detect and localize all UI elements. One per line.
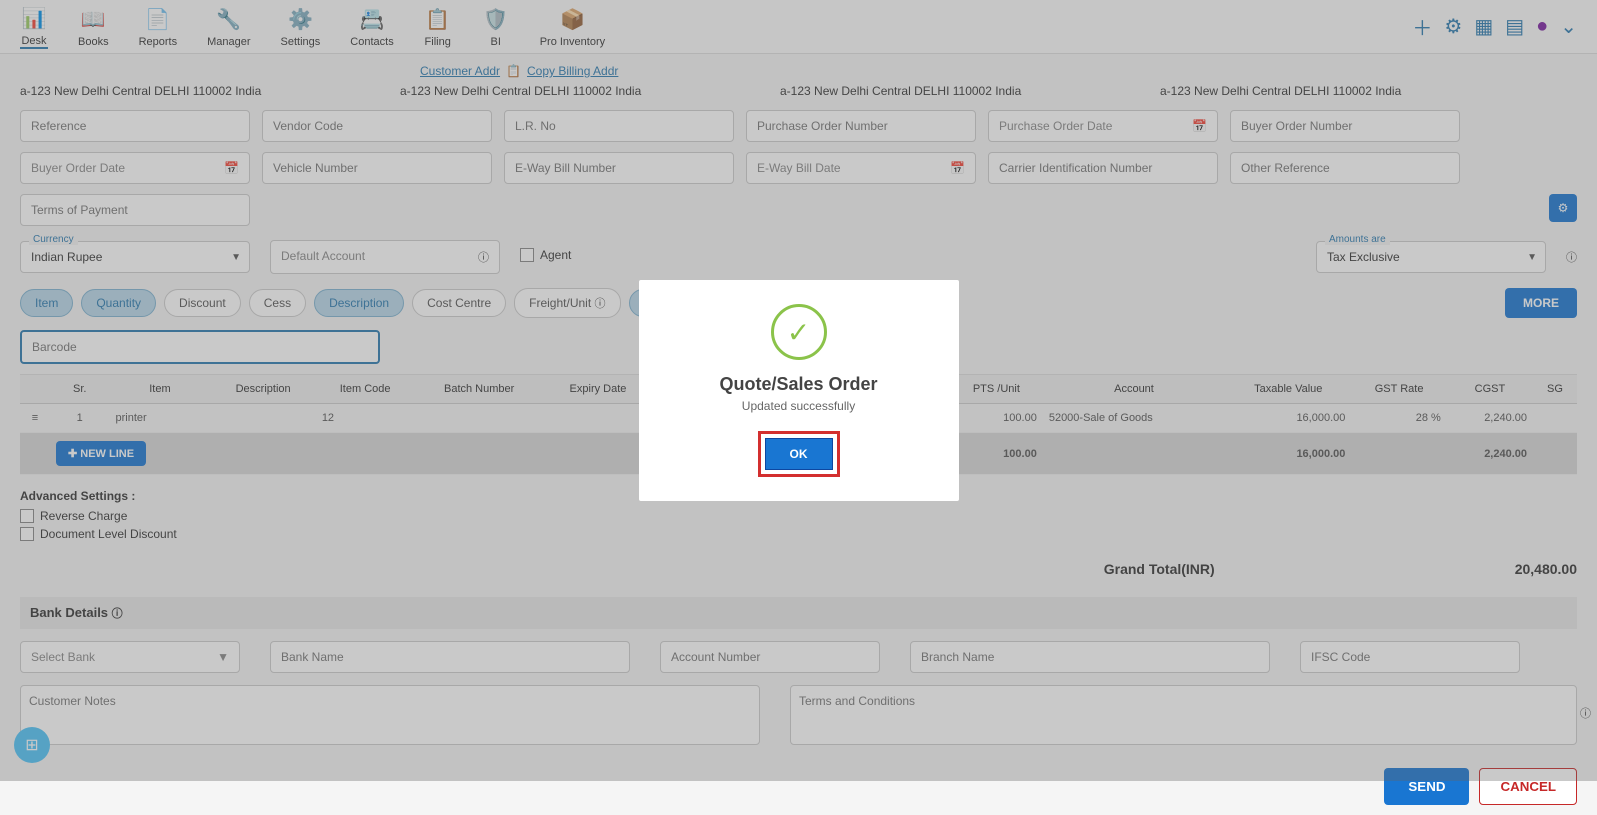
modal-overlay: ✓ Quote/Sales Order Updated successfully…: [0, 0, 1597, 781]
success-dialog: ✓ Quote/Sales Order Updated successfully…: [639, 280, 959, 501]
check-icon: ✓: [771, 304, 827, 360]
ok-button[interactable]: OK: [765, 438, 833, 470]
dialog-message: Updated successfully: [659, 399, 939, 413]
dialog-title: Quote/Sales Order: [659, 374, 939, 395]
ok-highlight: OK: [758, 431, 840, 477]
